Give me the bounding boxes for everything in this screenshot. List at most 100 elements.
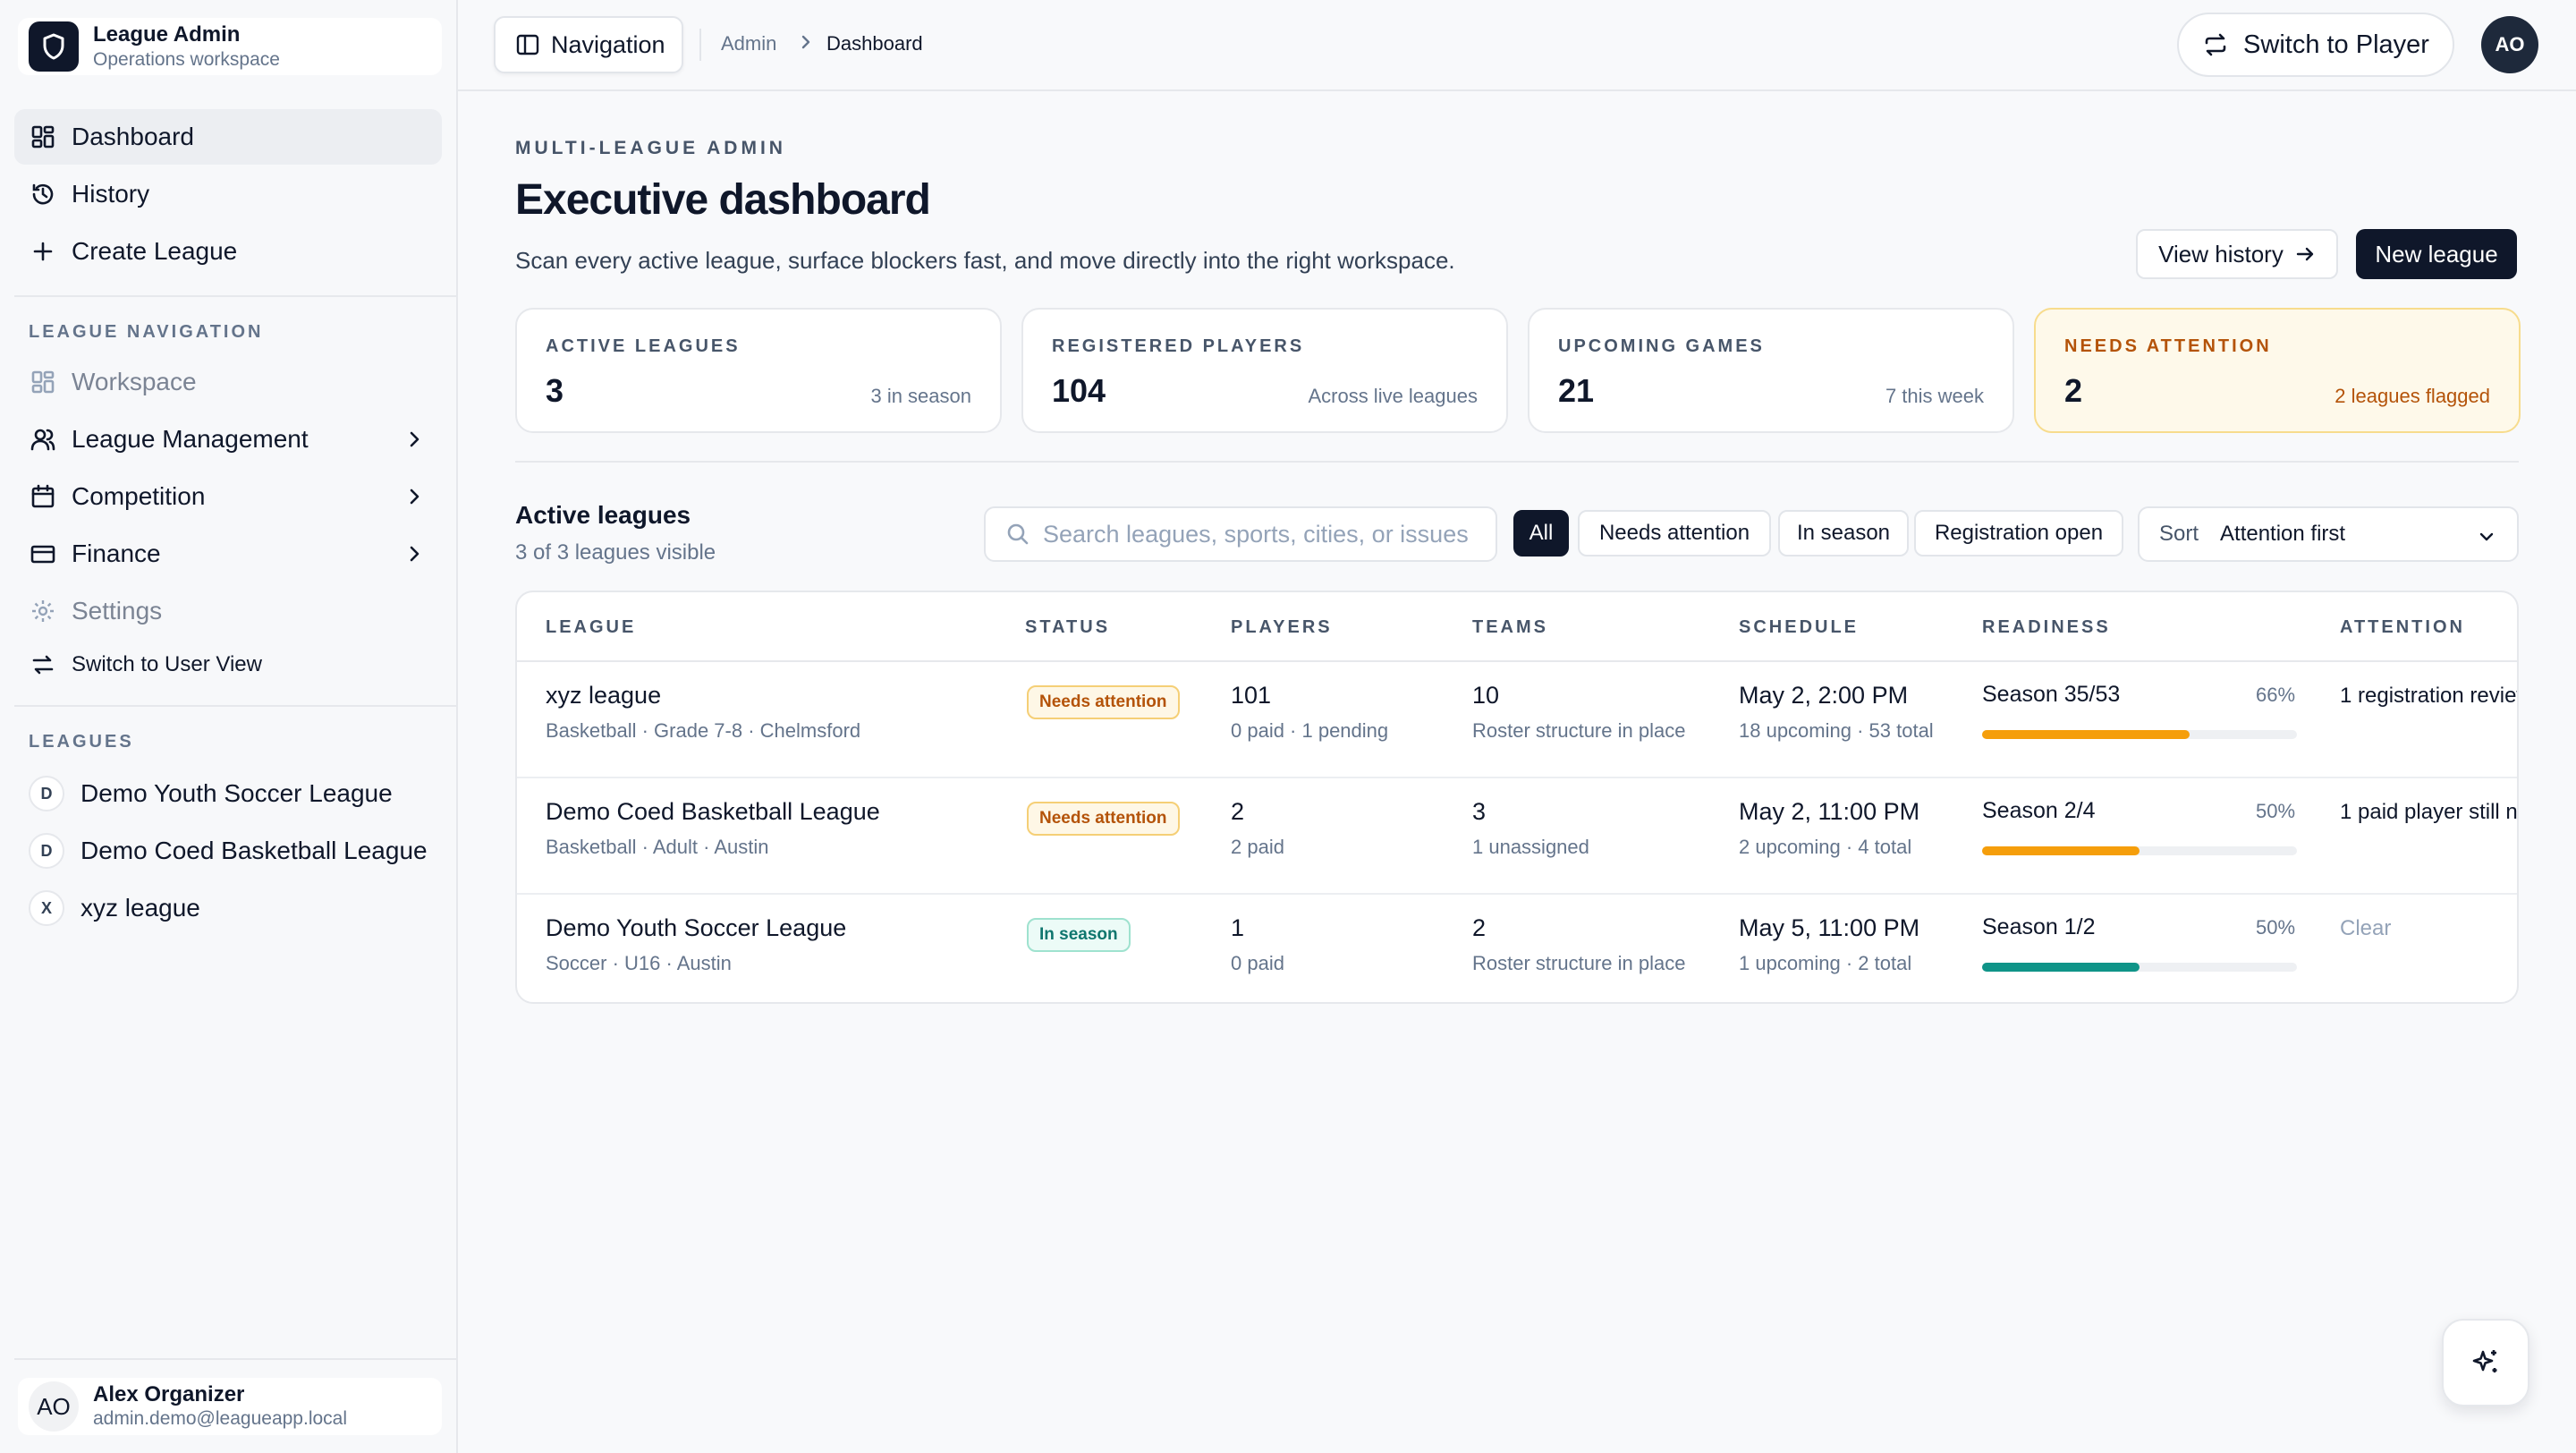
readiness-progress-bar	[1982, 963, 2297, 972]
status-badge: Needs attention	[1027, 802, 1180, 836]
sidebar-league-item[interactable]: D Demo Youth Soccer League	[14, 766, 442, 821]
sidebar-item-competition[interactable]: Competition	[14, 469, 442, 524]
schedule-detail: 1 upcoming · 2 total	[1739, 952, 1912, 974]
shield-icon	[29, 21, 79, 72]
page-subtitle: Scan every active league, surface blocke…	[515, 247, 1455, 274]
players-count: 101	[1231, 682, 1272, 709]
league-navigation-label: LEAGUE NAVIGATION	[29, 322, 264, 342]
avatar[interactable]: AO	[2481, 16, 2538, 73]
search-icon	[1005, 522, 1030, 547]
league-name: xyz league	[80, 894, 200, 922]
breadcrumb-admin[interactable]: Admin	[721, 32, 776, 55]
league-badge: D	[29, 833, 64, 869]
sidebar-item-finance[interactable]: Finance	[14, 526, 442, 582]
league-name[interactable]: xyz league	[546, 682, 661, 710]
sidebar-league-item[interactable]: X xyz league	[14, 880, 442, 936]
page-eyebrow: MULTI-LEAGUE ADMIN	[515, 138, 786, 158]
user-email: admin.demo@leagueapp.local	[93, 1408, 348, 1429]
stat-note: 3 in season	[870, 385, 971, 407]
table-row[interactable]: Demo Youth Soccer League Soccer · U16 · …	[517, 895, 2517, 1002]
column-header-schedule: SCHEDULE	[1739, 617, 1860, 637]
user-name: Alex Organizer	[93, 1382, 245, 1406]
stat-value: 21	[1558, 372, 1595, 409]
sidebar-item-league-management[interactable]: League Management	[14, 412, 442, 467]
readiness-label: Season 2/4	[1982, 798, 2096, 823]
switch-icon	[2202, 31, 2229, 58]
teams-detail: Roster structure in place	[1472, 952, 1686, 974]
schedule-detail: 2 upcoming · 4 total	[1739, 836, 1912, 858]
sidebar-item-dashboard[interactable]: Dashboard	[14, 109, 442, 165]
sort-value: Attention first	[2220, 522, 2346, 546]
teams-count: 10	[1472, 682, 1500, 709]
stat-card-needs-attention[interactable]: NEEDS ATTENTION 2 2 leagues flagged	[2034, 308, 2521, 433]
leagues-table: LEAGUE STATUS PLAYERS TEAMS SCHEDULE REA…	[515, 591, 2519, 1004]
sort-select[interactable]: Sort Attention first	[2138, 506, 2519, 562]
readiness-progress-bar	[1982, 846, 2297, 855]
league-name[interactable]: Demo Youth Soccer League	[546, 914, 846, 942]
league-badge: X	[29, 890, 64, 926]
sidebar-divider	[14, 1358, 456, 1360]
readiness-percent: 50%	[2256, 800, 2296, 822]
search-field[interactable]	[984, 506, 1497, 562]
brand-title: League Admin	[93, 22, 241, 47]
sidebar-item-label: Switch to User View	[72, 652, 262, 676]
view-history-button[interactable]: View history	[2136, 229, 2338, 279]
arrow-right-icon	[2294, 243, 2316, 265]
league-name[interactable]: Demo Coed Basketball League	[546, 798, 880, 826]
attention-note: 1 registration review	[2340, 684, 2519, 708]
schedule-next: May 2, 11:00 PM	[1739, 798, 1920, 825]
table-row[interactable]: Demo Coed Basketball League Basketball ·…	[517, 778, 2517, 893]
navigation-toggle-button[interactable]: Navigation	[494, 16, 683, 73]
gear-icon	[29, 597, 57, 625]
table-row[interactable]: xyz league Basketball · Grade 7-8 · Chel…	[517, 662, 2517, 777]
chevron-right-icon	[401, 426, 428, 459]
sort-label: Sort	[2159, 522, 2199, 546]
sidebar: League Admin Operations workspace Dashbo…	[0, 0, 458, 1453]
plus-icon	[29, 237, 57, 266]
schedule-detail: 18 upcoming · 53 total	[1739, 719, 1934, 742]
players-detail: 2 paid	[1231, 836, 1284, 858]
players-count: 1	[1231, 914, 1245, 941]
players-detail: 0 paid	[1231, 952, 1284, 974]
stat-label: ACTIVE LEAGUES	[546, 336, 741, 356]
sidebar-item-create-league[interactable]: Create League	[14, 224, 442, 279]
sidebar-divider	[14, 705, 456, 707]
filter-in-season[interactable]: In season	[1778, 510, 1909, 557]
filter-all[interactable]: All	[1513, 510, 1569, 557]
stat-card-upcoming-games: UPCOMING GAMES 21 7 this week	[1528, 308, 2014, 433]
avatar: AO	[29, 1381, 79, 1432]
sidebar-item-settings[interactable]: Settings	[14, 583, 442, 639]
new-league-button[interactable]: New league	[2356, 229, 2517, 279]
switch-to-player-button[interactable]: Switch to Player	[2177, 13, 2454, 77]
sidebar-item-history[interactable]: History	[14, 166, 442, 222]
teams-count: 3	[1472, 798, 1487, 825]
chevron-right-icon	[401, 540, 428, 574]
sidebar-item-label: Create League	[72, 237, 238, 265]
search-input[interactable]	[1043, 520, 1481, 548]
sidebar-item-workspace[interactable]: Workspace	[14, 354, 442, 410]
brand-subtitle: Operations workspace	[93, 49, 280, 70]
sidebar-league-item[interactable]: D Demo Coed Basketball League	[14, 823, 442, 879]
players-count: 2	[1231, 798, 1245, 825]
attention-note: Clear	[2340, 916, 2392, 940]
user-card[interactable]: AO Alex Organizer admin.demo@leagueapp.l…	[18, 1378, 442, 1435]
breadcrumb-separator	[699, 29, 701, 61]
league-name: Demo Coed Basketball League	[80, 837, 428, 864]
filter-needs-attention[interactable]: Needs attention	[1578, 510, 1771, 557]
swap-icon	[29, 650, 57, 679]
assistant-button[interactable]	[2442, 1319, 2529, 1406]
schedule-next: May 5, 11:00 PM	[1739, 914, 1920, 941]
chevron-right-icon	[794, 30, 818, 59]
league-name: Demo Youth Soccer League	[80, 779, 393, 807]
sidebar-item-switch-user-view[interactable]: Switch to User View	[14, 637, 442, 693]
stat-label: UPCOMING GAMES	[1558, 336, 1765, 356]
filter-registration-open[interactable]: Registration open	[1914, 510, 2123, 557]
column-header-league: LEAGUE	[546, 617, 637, 637]
dashboard-icon	[29, 123, 57, 151]
breadcrumb-dashboard: Dashboard	[826, 32, 923, 55]
readiness-progress-fill	[1982, 730, 2190, 739]
readiness-progress-bar	[1982, 730, 2297, 739]
brand-card[interactable]: League Admin Operations workspace	[18, 18, 442, 75]
active-leagues-title: Active leagues	[515, 501, 691, 529]
stat-label: REGISTERED PLAYERS	[1052, 336, 1305, 356]
